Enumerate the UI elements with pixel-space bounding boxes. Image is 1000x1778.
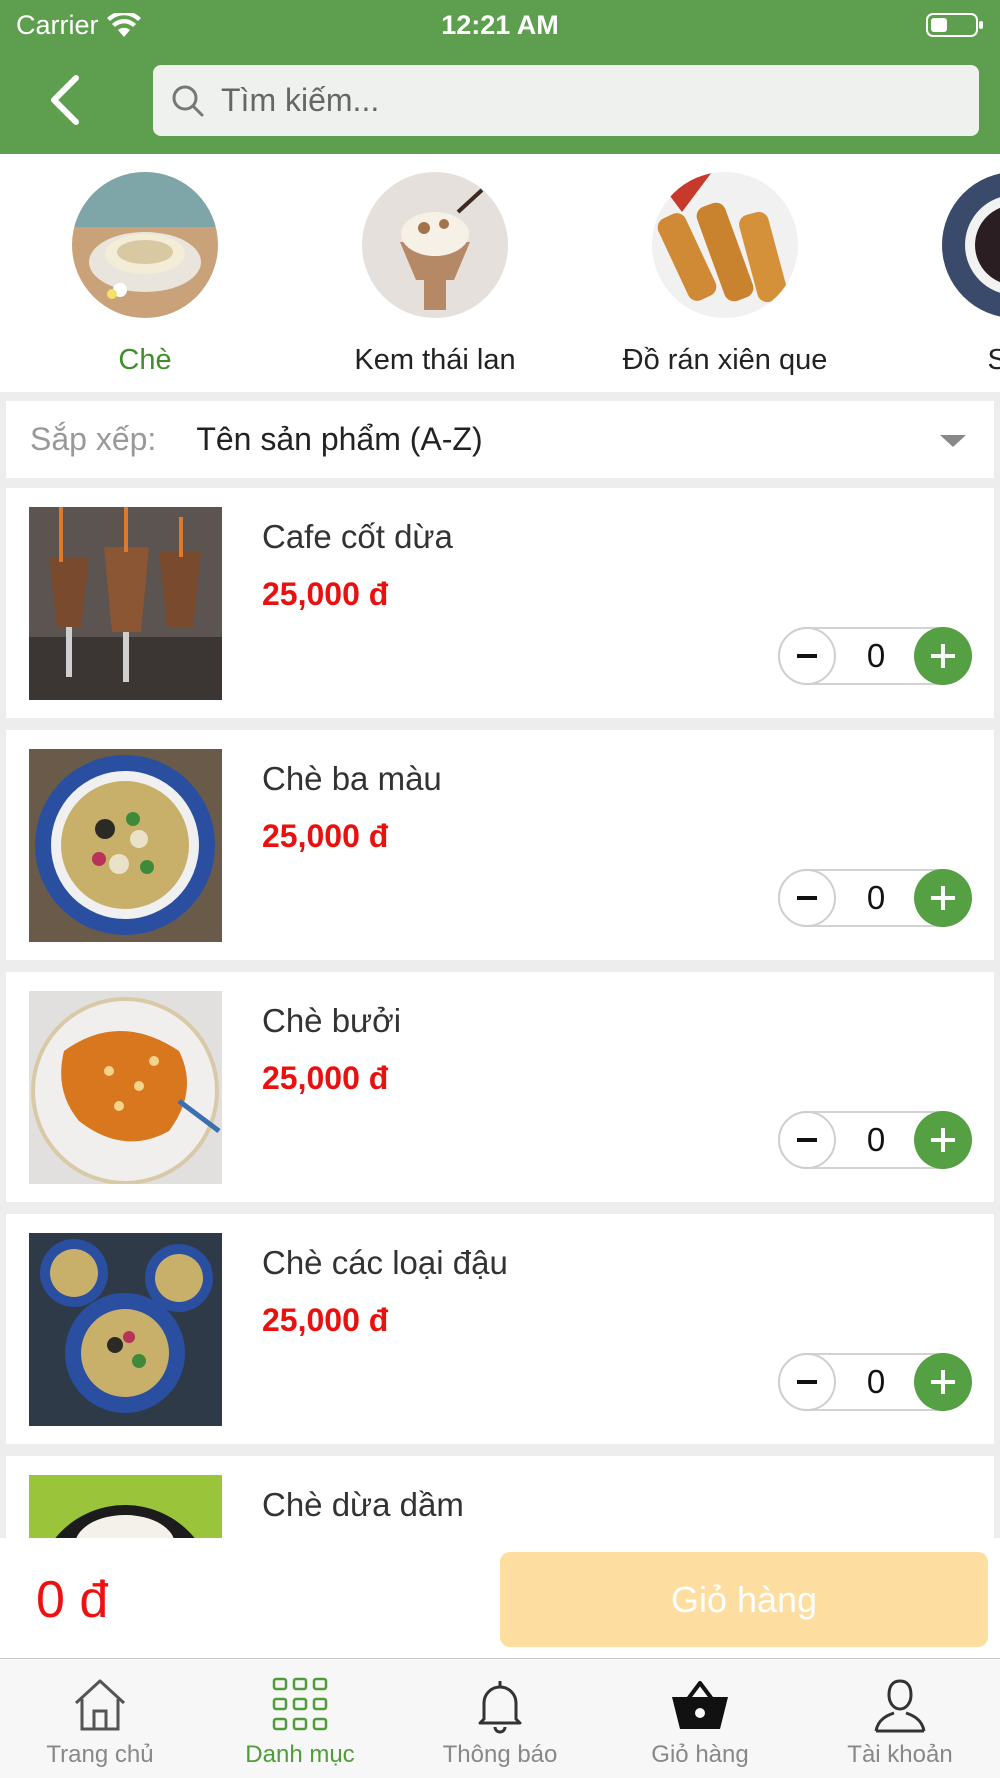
quantity-value: 0 <box>866 879 886 916</box>
product-row[interactable]: Chè dừa dầm <box>6 1456 994 1538</box>
quantity-value: 0 <box>866 1121 886 1158</box>
decrease-button[interactable] <box>778 1353 836 1411</box>
search-input[interactable] <box>221 82 921 119</box>
product-price: 25,000 đ <box>262 1302 389 1338</box>
product-name: Chè các loại đậu <box>262 1244 508 1281</box>
app-header: Carrier 12:21 AM <box>0 0 1000 154</box>
tab-label: Thông báo <box>442 1741 558 1768</box>
quantity-stepper: 0 <box>778 1353 974 1411</box>
category-label: Chè <box>118 344 172 376</box>
minus-icon <box>797 896 817 900</box>
product-price: 25,000 đ <box>262 818 389 854</box>
increase-button[interactable] <box>914 1111 972 1169</box>
minus-icon <box>797 1138 817 1142</box>
search-bar[interactable] <box>153 65 979 136</box>
plus-icon <box>931 644 955 668</box>
status-time: 12:21 AM <box>441 10 559 40</box>
product-price: 25,000 đ <box>262 1060 389 1096</box>
product-image <box>29 1233 222 1426</box>
product-image <box>29 749 222 942</box>
chevron-left-icon <box>51 75 79 125</box>
category-label: Sữa <box>987 344 1000 376</box>
product-row[interactable]: Chè các loại đậu 25,000 đ 0 <box>6 1214 994 1444</box>
quantity-value: 0 <box>866 637 886 674</box>
category-carousel: Chè Kem thái lan Đồ rán xiên que S <box>0 154 1000 392</box>
plus-icon <box>931 1370 955 1394</box>
plus-icon <box>931 1128 955 1152</box>
product-row[interactable]: Cafe cốt dừa 25,000 đ 0 <box>6 488 994 718</box>
status-bar: Carrier 12:21 AM <box>0 0 1000 50</box>
quantity-stepper: 0 <box>778 627 974 685</box>
cart-button[interactable]: Giỏ hàng <box>500 1552 988 1647</box>
increase-button[interactable] <box>914 869 972 927</box>
cart-total: 0 đ <box>36 1571 109 1629</box>
cart-summary-bar: 0 đ Giỏ hàng <box>0 1538 1000 1658</box>
product-row[interactable]: Chè bưởi 25,000 đ 0 <box>6 972 994 1202</box>
tab-cart[interactable]: Giỏ hàng <box>600 1659 800 1778</box>
tab-label: Tài khoản <box>847 1741 953 1768</box>
sort-dropdown[interactable]: Sắp xếp: Tên sản phẩm (A-Z) <box>6 401 994 478</box>
category-image-do-ran <box>652 172 798 318</box>
minus-icon <box>797 654 817 658</box>
dropdown-arrow-icon <box>940 435 966 447</box>
bell-icon <box>478 1681 522 1734</box>
tab-notifications[interactable]: Thông báo <box>400 1659 600 1778</box>
product-image <box>29 1475 222 1538</box>
basket-icon <box>672 1681 728 1729</box>
user-icon <box>874 1679 926 1733</box>
increase-button[interactable] <box>914 1353 972 1411</box>
bottom-tab-bar: Trang chủ Danh mục Thông báo Giỏ hàng Tà… <box>0 1658 1000 1778</box>
product-price: 25,000 đ <box>262 576 389 612</box>
category-image-che <box>72 172 218 318</box>
category-image-kem <box>362 172 508 318</box>
category-item-do-ran-xien-que[interactable]: Đồ rán xiên que <box>580 172 870 377</box>
category-item-sua[interactable]: Sữa <box>870 172 1000 377</box>
grid-icon <box>272 1677 328 1731</box>
product-name: Chè bưởi <box>262 1002 402 1039</box>
minus-icon <box>797 1380 817 1384</box>
home-icon <box>74 1679 126 1731</box>
decrease-button[interactable] <box>778 627 836 685</box>
battery-icon <box>926 13 983 37</box>
increase-button[interactable] <box>914 627 972 685</box>
product-row[interactable]: Chè ba màu 25,000 đ 0 <box>6 730 994 960</box>
category-image-sua <box>942 172 1000 318</box>
tab-label: Danh mục <box>245 1741 355 1768</box>
category-item-che[interactable]: Chè <box>0 172 290 377</box>
product-name: Chè ba màu <box>262 760 442 797</box>
product-name: Cafe cốt dừa <box>262 518 453 555</box>
tab-account[interactable]: Tài khoản <box>800 1659 1000 1778</box>
category-item-kem-thai-lan[interactable]: Kem thái lan <box>290 172 580 377</box>
product-image <box>29 507 222 700</box>
tab-label: Giỏ hàng <box>651 1741 749 1768</box>
product-name: Chè dừa dầm <box>262 1486 464 1523</box>
tab-home[interactable]: Trang chủ <box>0 1659 200 1778</box>
category-label: Đồ rán xiên que <box>622 344 828 376</box>
quantity-stepper: 0 <box>778 869 974 927</box>
plus-icon <box>931 886 955 910</box>
sort-value: Tên sản phẩm (A-Z) <box>196 421 483 457</box>
decrease-button[interactable] <box>778 1111 836 1169</box>
search-icon <box>172 85 204 116</box>
back-button[interactable] <box>28 64 100 136</box>
tab-label: Trang chủ <box>46 1741 154 1768</box>
category-label: Kem thái lan <box>354 344 516 376</box>
quantity-stepper: 0 <box>778 1111 974 1169</box>
quantity-value: 0 <box>866 1363 886 1400</box>
sort-label: Sắp xếp: <box>30 421 157 457</box>
tab-categories[interactable]: Danh mục <box>200 1659 400 1778</box>
product-image <box>29 991 222 1184</box>
decrease-button[interactable] <box>778 869 836 927</box>
